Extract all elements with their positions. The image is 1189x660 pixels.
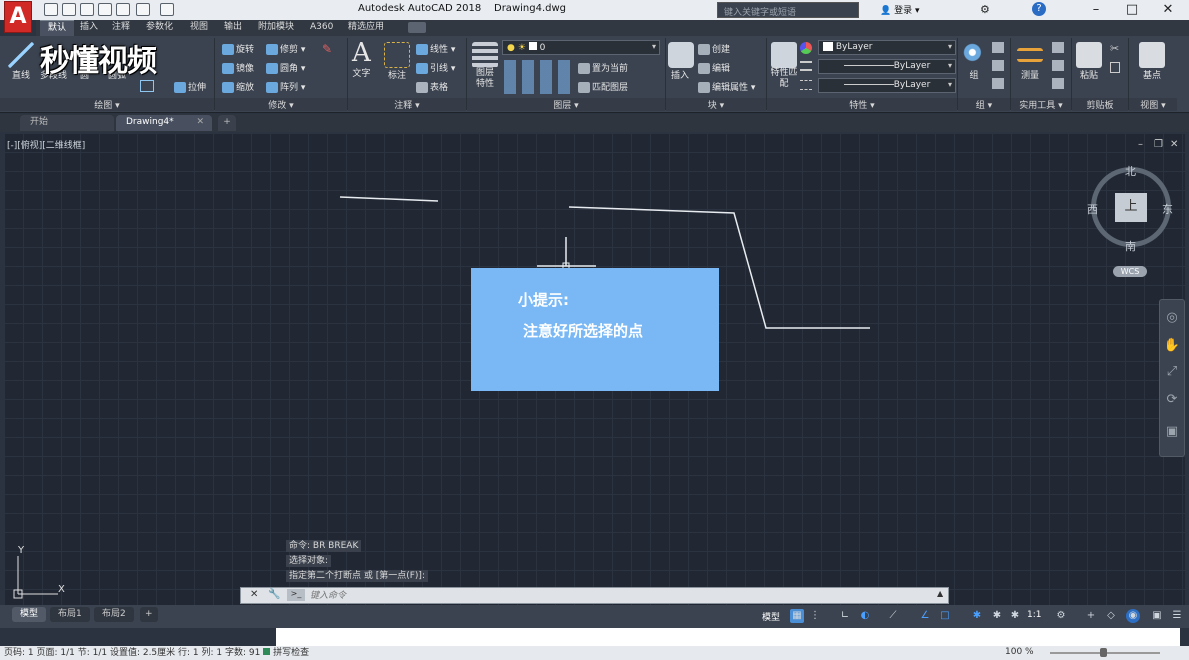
close-command-icon[interactable]: ✕ [250,589,258,600]
compass-north[interactable]: 北 [1125,163,1136,179]
orbit-icon[interactable]: ⟳ [1163,392,1181,410]
workspace-gear-icon[interactable]: ⚙ [1054,609,1068,623]
add-layout-button[interactable]: + [140,607,158,622]
clean-screen-icon[interactable]: ▣ [1150,609,1164,623]
wcs-menu[interactable]: WCS [1113,266,1147,277]
tip-body: 注意好所选择的点 [523,322,644,340]
snap-icon[interactable]: ⋮ [808,609,822,623]
ortho-icon[interactable]: ∟ [838,609,852,623]
zoom-extents-icon[interactable]: ⤢ [1163,364,1181,382]
line-segment-a[interactable] [339,196,439,202]
showmotion-icon[interactable]: ▣ [1163,424,1181,442]
osnap-tracking-icon[interactable]: ∠ [918,609,932,623]
command-history-line: 指定第二个打断点 或 [第一点(F)]: [286,570,428,582]
compass-west[interactable]: 西 [1087,201,1098,217]
ucs-x-label: X [58,584,65,595]
spell-check-icon[interactable] [263,648,271,655]
recent-commands-icon[interactable]: >_ [287,589,305,601]
customization-menu-icon[interactable]: ☰ [1170,609,1184,623]
command-history-line: 命令: BR BREAK [286,540,362,552]
command-history-line: 选择对象: [286,555,332,567]
spell-check-label: 拼写检查 [273,648,310,658]
doc-status-text: 页码: 1 页面: 1/1 节: 1/1 设置值: 2.5厘米 行: 1 列: … [4,648,261,658]
ucs-y-label: Y [17,545,25,556]
grid-icon[interactable]: ▦ [790,609,804,623]
command-input[interactable] [310,588,930,602]
auto-scale-icon[interactable]: ✱ [990,609,1004,623]
pan-icon[interactable]: ✋ [1163,338,1181,356]
zoom-slider-thumb[interactable] [1100,648,1107,657]
add-scale-icon[interactable]: + [1084,609,1098,623]
viewcube-top-face[interactable]: 上 [1115,193,1147,222]
annotation-scale-icon[interactable]: ✱ [1008,609,1022,623]
tab-layout1[interactable]: 布局1 [50,607,90,622]
zoom-level: 100 % [1005,647,1034,657]
compass-south[interactable]: 南 [1125,238,1136,254]
customize-icon[interactable]: 🔧 [268,589,280,600]
steering-wheel-icon[interactable]: ◎ [1163,310,1181,328]
tab-layout2[interactable]: 布局2 [94,607,134,622]
polar-icon[interactable]: ◐ [858,609,872,623]
isolate-icon[interactable]: ◇ [1104,609,1118,623]
scale-dropdown[interactable]: 1:1 [1027,610,1041,620]
isodraft-icon[interactable]: ⟋ [886,609,900,623]
hardware-accel-icon[interactable]: ◉ [1126,609,1140,623]
model-space-button[interactable]: 模型 [762,610,780,623]
object-snap-icon[interactable]: □ [938,609,952,623]
host-document-page [276,628,1180,646]
chevron-up-icon[interactable]: ▲ [937,589,943,598]
annotation-visibility-icon[interactable]: ✱ [970,609,984,623]
tip-title: 小提示: [518,291,569,309]
compass-east[interactable]: 东 [1162,201,1173,217]
tab-model[interactable]: 模型 [12,607,47,622]
